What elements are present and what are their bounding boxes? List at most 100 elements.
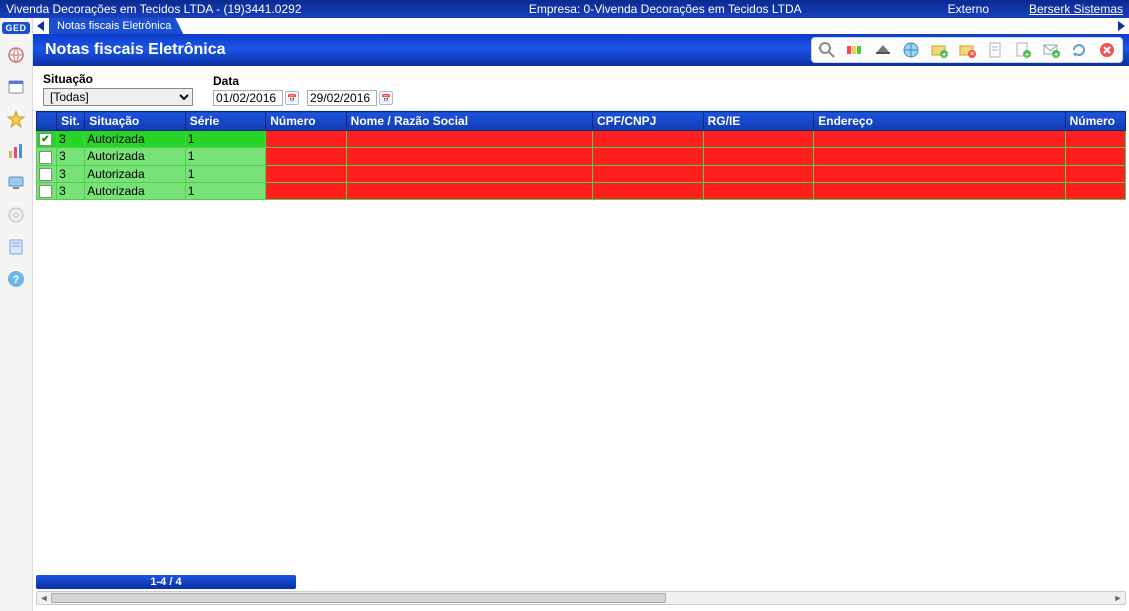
data-label: Data <box>213 74 393 88</box>
row-count-status: 1-4 / 4 <box>36 575 296 589</box>
cell-numero <box>266 165 346 182</box>
folder-remove-icon[interactable]: × <box>956 39 978 61</box>
col-situacao[interactable]: Situação <box>85 112 186 131</box>
table-row[interactable]: 3Autorizada1 <box>37 148 1126 165</box>
cell-endereco <box>814 182 1065 199</box>
cell-sit: 3 <box>57 182 85 199</box>
cell-rgie <box>703 148 814 165</box>
cell-endereco <box>814 165 1065 182</box>
cell-nome <box>346 148 592 165</box>
col-cpfcnpj[interactable]: CPF/CNPJ <box>593 112 704 131</box>
svg-text:?: ? <box>13 274 20 286</box>
cell-nome <box>346 182 592 199</box>
tab-nav-left-icon[interactable] <box>33 18 49 34</box>
svg-text:+: + <box>942 52 946 59</box>
header-empresa: Empresa: 0-Vivenda Decorações em Tecidos… <box>302 0 1029 18</box>
ged-badge[interactable]: GED <box>2 22 29 34</box>
cell-rgie <box>703 165 814 182</box>
help-icon[interactable]: ? <box>5 268 27 290</box>
cell-serie: 1 <box>185 165 265 182</box>
col-numero[interactable]: Número <box>266 112 346 131</box>
situacao-select[interactable]: [Todas] <box>43 88 193 106</box>
window-title-bar: Notas fiscais Eletrônica + × + + <box>33 34 1129 66</box>
cell-serie: 1 <box>185 131 265 148</box>
cell-serie: 1 <box>185 148 265 165</box>
book-icon[interactable] <box>5 236 27 258</box>
date-to-input[interactable] <box>307 90 377 106</box>
search-icon[interactable] <box>816 39 838 61</box>
cell-numero <box>266 182 346 199</box>
col-sit[interactable]: Sit. <box>57 112 85 131</box>
cell-numero2 <box>1065 182 1125 199</box>
header-vendor-link[interactable]: Berserk Sistemas <box>1029 2 1123 16</box>
row-checkbox[interactable] <box>39 151 52 164</box>
col-numero2[interactable]: Número <box>1065 112 1125 131</box>
calendar-icon[interactable] <box>5 76 27 98</box>
row-checkbox[interactable]: ✔ <box>39 133 52 146</box>
cell-numero <box>266 148 346 165</box>
row-checkbox[interactable] <box>39 185 52 198</box>
calendar-from-icon[interactable]: 📅 <box>285 91 299 105</box>
col-endereco[interactable]: Endereço <box>814 112 1065 131</box>
cell-numero2 <box>1065 148 1125 165</box>
doc-add-icon[interactable]: + <box>1012 39 1034 61</box>
svg-text:+: + <box>1054 52 1058 59</box>
nfe-grid: Sit. Situação Série Número Nome / Razão … <box>36 111 1126 200</box>
tab-notas-fiscais[interactable]: Notas fiscais Eletrônica <box>49 18 183 34</box>
header-externo: Externo <box>948 0 989 18</box>
chart-icon[interactable] <box>5 140 27 162</box>
grid-wrap: Sit. Situação Série Número Nome / Razão … <box>36 111 1126 611</box>
cell-cpfcnpj <box>593 165 704 182</box>
svg-text:+: + <box>1025 52 1029 59</box>
date-from-input[interactable] <box>213 90 283 106</box>
tab-nav-right-icon[interactable] <box>1113 18 1129 34</box>
mail-add-icon[interactable]: + <box>1040 39 1062 61</box>
cell-cpfcnpj <box>593 182 704 199</box>
cell-endereco <box>814 131 1065 148</box>
cell-endereco <box>814 148 1065 165</box>
scroll-left-icon[interactable]: ◄ <box>37 593 51 603</box>
cell-situacao: Autorizada <box>85 131 186 148</box>
cell-numero2 <box>1065 165 1125 182</box>
cell-sit: 3 <box>57 165 85 182</box>
tab-label: Notas fiscais Eletrônica <box>57 20 171 32</box>
cell-numero2 <box>1065 131 1125 148</box>
table-row[interactable]: 3Autorizada1 <box>37 165 1126 182</box>
cell-rgie <box>703 131 814 148</box>
globe-action-icon[interactable] <box>900 39 922 61</box>
calendar-to-icon[interactable]: 📅 <box>379 91 393 105</box>
tab-strip: Notas fiscais Eletrônica <box>33 18 1129 34</box>
doc-icon[interactable] <box>984 39 1006 61</box>
grid-header-row: Sit. Situação Série Número Nome / Razão … <box>37 112 1126 131</box>
star-icon[interactable] <box>5 108 27 130</box>
cell-sit: 3 <box>57 148 85 165</box>
scroll-right-icon[interactable]: ► <box>1111 593 1125 603</box>
cell-sit: 3 <box>57 131 85 148</box>
horizontal-scrollbar[interactable]: ◄ ► <box>36 591 1126 605</box>
monitor-icon[interactable] <box>5 172 27 194</box>
columns-icon[interactable] <box>844 39 866 61</box>
col-nome[interactable]: Nome / Razão Social <box>346 112 592 131</box>
header-company: Vivenda Decorações em Tecidos LTDA - (19… <box>6 0 302 18</box>
refresh-icon[interactable] <box>1068 39 1090 61</box>
col-check[interactable] <box>37 112 57 131</box>
cell-serie: 1 <box>185 182 265 199</box>
col-rgie[interactable]: RG/IE <box>703 112 814 131</box>
table-row[interactable]: 3Autorizada1 <box>37 182 1126 199</box>
situacao-label: Situação <box>43 72 193 86</box>
folder-add-icon[interactable]: + <box>928 39 950 61</box>
table-row[interactable]: ✔ 3Autorizada1 <box>37 131 1126 148</box>
col-serie[interactable]: Série <box>185 112 265 131</box>
cell-numero <box>266 131 346 148</box>
hat-icon[interactable] <box>872 39 894 61</box>
cell-situacao: Autorizada <box>85 165 186 182</box>
cell-cpfcnpj <box>593 148 704 165</box>
disc-icon[interactable] <box>5 204 27 226</box>
cell-situacao: Autorizada <box>85 148 186 165</box>
globe-icon[interactable] <box>5 44 27 66</box>
svg-text:×: × <box>970 51 974 58</box>
grid-footer: 1-4 / 4 ◄ ► <box>36 575 1126 605</box>
row-checkbox[interactable] <box>39 168 52 181</box>
close-icon[interactable] <box>1096 39 1118 61</box>
scrollbar-thumb[interactable] <box>51 593 666 603</box>
